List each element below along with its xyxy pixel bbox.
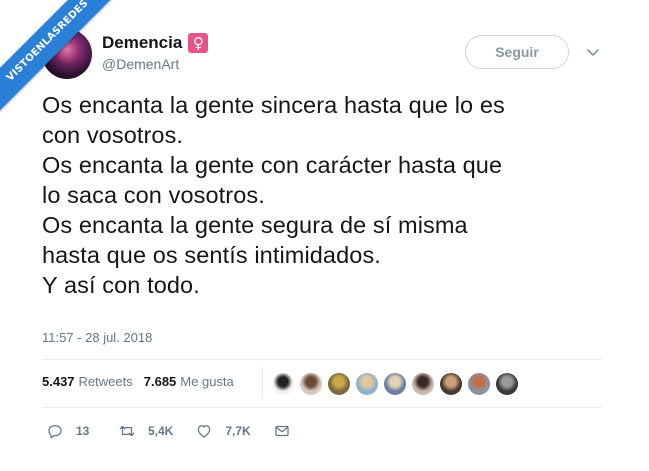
watermark: VISTOENLASREDES bbox=[0, 0, 130, 130]
liker-6-avatar[interactable] bbox=[411, 372, 435, 396]
reply-button[interactable]: 13 bbox=[46, 422, 96, 440]
tweet-actions: 13 5,4K 7,7K bbox=[46, 422, 325, 440]
divider-top bbox=[42, 359, 602, 360]
retweets-label[interactable]: Retweets bbox=[79, 374, 133, 389]
liker-2-avatar[interactable] bbox=[299, 372, 323, 396]
liker-5-avatar[interactable] bbox=[383, 372, 407, 396]
chevron-down-icon[interactable] bbox=[585, 44, 601, 60]
liker-8-avatar[interactable] bbox=[467, 372, 491, 396]
direct-message-button[interactable] bbox=[273, 422, 303, 440]
reply-icon bbox=[48, 425, 62, 439]
retweet-icon bbox=[119, 425, 135, 437]
heart-icon bbox=[198, 425, 211, 438]
likes-label[interactable]: Me gusta bbox=[180, 374, 233, 389]
liker-7-avatar[interactable] bbox=[439, 372, 463, 396]
envelope-icon bbox=[275, 425, 289, 437]
like-count: 7,7K bbox=[225, 424, 251, 438]
like-button[interactable]: 7,7K bbox=[195, 422, 251, 440]
liker-1-avatar[interactable] bbox=[271, 372, 295, 396]
liker-3-avatar[interactable] bbox=[327, 372, 351, 396]
reply-count: 13 bbox=[76, 424, 90, 438]
liker-4-avatar[interactable] bbox=[355, 372, 379, 396]
liker-9-avatar[interactable] bbox=[495, 372, 519, 396]
divider-bottom bbox=[42, 407, 602, 408]
engagement-stats: 5.437 Retweets 7.685 Me gusta bbox=[42, 374, 245, 389]
tweet-timestamp[interactable]: 11:57 - 28 jul. 2018 bbox=[42, 330, 152, 345]
likes-count[interactable]: 7.685 bbox=[144, 374, 177, 389]
tweet-card: VISTOENLASREDES Demencia ♀ @DemenArt Seg… bbox=[0, 0, 649, 471]
follow-button[interactable]: Seguir bbox=[465, 35, 569, 69]
retweet-button[interactable]: 5,4K bbox=[118, 422, 173, 440]
retweets-count[interactable]: 5.437 bbox=[42, 374, 75, 389]
female-symbol-icon: ♀ bbox=[188, 33, 209, 53]
watermark-text: VISTOENLASREDES bbox=[4, 0, 91, 84]
liker-avatars bbox=[271, 372, 523, 396]
watermark-ribbon: VISTOENLASREDES bbox=[0, 0, 130, 123]
retweet-count: 5,4K bbox=[148, 424, 174, 438]
stats-separator bbox=[262, 367, 263, 399]
